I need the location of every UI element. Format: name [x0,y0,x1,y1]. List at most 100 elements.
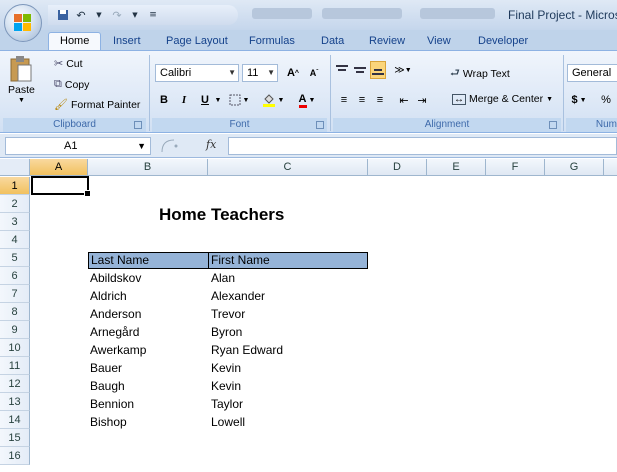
tab-home[interactable]: Home [48,32,102,51]
cell-last-name[interactable]: Bauer [90,359,122,377]
insert-function-icon[interactable]: fx [206,138,216,151]
wrap-text-button[interactable]: ⮐ Wrap Text [450,64,510,83]
dialog-launcher-icon[interactable] [549,121,557,129]
row-header[interactable]: 7 [0,285,30,303]
row-header[interactable]: 1 [0,177,30,195]
column-header-c[interactable]: C [208,159,368,176]
row-header[interactable]: 4 [0,231,30,249]
cell-first-name[interactable]: Trevor [211,305,245,323]
tab-insert[interactable]: Insert [113,33,141,50]
italic-button[interactable]: I [175,91,193,109]
cell-first-name[interactable]: Alan [211,269,235,287]
row-header[interactable]: 14 [0,411,30,429]
column-header-d[interactable]: D [368,159,427,176]
borders-button[interactable]: ▼ [226,91,252,109]
cell-first-name[interactable]: Taylor [211,395,243,413]
row-header[interactable]: 15 [0,429,30,447]
cell-first-name[interactable]: Alexander [211,287,265,305]
paste-icon [10,56,32,82]
cell-last-name[interactable]: Anderson [90,305,141,323]
cell-last-name[interactable]: Abildskov [90,269,141,287]
cell-last-name[interactable]: Awerkamp [90,341,146,359]
name-box[interactable]: A1 ▼ [5,137,151,155]
cell-first-name[interactable]: Lowell [211,413,245,431]
grow-font-icon[interactable]: A ^ [283,64,303,82]
cut-button[interactable]: ✂ Cut [54,57,83,71]
font-size-combo[interactable]: 11 ▼ [242,64,278,82]
undo-icon[interactable]: ↶ [74,8,88,22]
cell-last-name[interactable]: Aldrich [90,287,127,305]
font-color-button[interactable]: A ▼ [292,91,322,109]
cell-last-name[interactable]: Bishop [90,413,127,431]
tab-data[interactable]: Data [321,33,344,50]
number-format-combo[interactable]: General [567,64,617,82]
align-center-icon[interactable]: ≡ [354,91,370,109]
row-header[interactable]: 11 [0,357,30,375]
chevron-down-icon[interactable]: ▼ [214,91,222,109]
chevron-down-icon: ▼ [228,68,236,77]
cell-first-name[interactable]: Ryan Edward [211,341,283,359]
format-painter-button[interactable]: 🖌 Format Painter [54,98,140,112]
tab-page-layout[interactable]: Page Layout [166,33,228,50]
align-top-icon[interactable] [334,61,350,79]
align-left-icon[interactable]: ≡ [336,91,352,109]
header-first-name[interactable]: First Name [208,252,368,269]
save-icon[interactable] [56,8,70,22]
column-header-h[interactable] [604,159,617,176]
row-header[interactable]: 3 [0,213,30,231]
merge-center-button[interactable]: ↔ Merge & Center ▼ [452,93,553,105]
column-header-f[interactable]: F [486,159,545,176]
column-header-a[interactable]: A [30,159,88,176]
tab-view[interactable]: View [427,33,451,50]
row-header[interactable]: 6 [0,267,30,285]
cell-first-name[interactable]: Kevin [211,359,241,377]
cell-first-name[interactable]: Kevin [211,377,241,395]
paste-button[interactable]: Paste ▼ [8,55,35,104]
row-header[interactable]: 5 [0,249,30,267]
dialog-launcher-icon[interactable] [134,121,142,129]
copy-button[interactable]: ⧉ Copy [54,78,89,91]
tab-formulas[interactable]: Formulas [249,33,295,50]
redo-icon[interactable]: ↷ [110,8,124,22]
select-all-corner[interactable] [0,159,30,176]
window-title: Final Project - Microso [508,8,617,22]
dropdown-icon[interactable]: ▼ [128,8,142,22]
cell-first-name[interactable]: Byron [211,323,242,341]
dropdown-icon[interactable]: ▼ [92,8,106,22]
customize-qat-icon[interactable]: ≡ [146,8,160,22]
row-header[interactable]: 9 [0,321,30,339]
row-header[interactable]: 8 [0,303,30,321]
percent-button[interactable]: % [598,91,614,109]
fill-color-button[interactable]: ▼ [258,91,288,109]
column-header-g[interactable]: G [545,159,604,176]
header-last-name[interactable]: Last Name [88,252,209,269]
increase-indent-icon[interactable]: ⇥ [414,91,430,109]
currency-button[interactable]: $ ▼ [567,91,591,109]
cell-last-name[interactable]: Baugh [90,377,125,395]
cell-last-name[interactable]: Bennion [90,395,134,413]
bold-button[interactable]: B [155,91,173,109]
font-group-label: Font [152,118,327,132]
orientation-button[interactable]: ≫ ▼ [390,61,416,79]
column-header-b[interactable]: B [88,159,208,176]
row-header[interactable]: 12 [0,375,30,393]
align-middle-icon[interactable] [352,61,368,79]
row-header[interactable]: 13 [0,393,30,411]
underline-button[interactable]: U [196,91,214,109]
office-button[interactable] [4,4,42,42]
align-right-icon[interactable]: ≡ [372,91,388,109]
font-name-combo[interactable]: Calibri ▼ [155,64,239,82]
active-cell-a1[interactable] [31,176,91,197]
formula-input[interactable] [228,137,617,155]
row-header[interactable]: 10 [0,339,30,357]
tab-review[interactable]: Review [369,33,405,50]
decrease-indent-icon[interactable]: ⇤ [396,91,412,109]
cell-last-name[interactable]: Arnegård [90,323,139,341]
column-header-e[interactable]: E [427,159,486,176]
shrink-font-icon[interactable]: Aˇ [304,64,324,82]
dialog-launcher-icon[interactable] [316,121,324,129]
tab-developer[interactable]: Developer [478,33,528,50]
row-header[interactable]: 2 [0,195,30,213]
row-header[interactable]: 16 [0,447,30,465]
align-bottom-icon[interactable] [370,61,386,79]
